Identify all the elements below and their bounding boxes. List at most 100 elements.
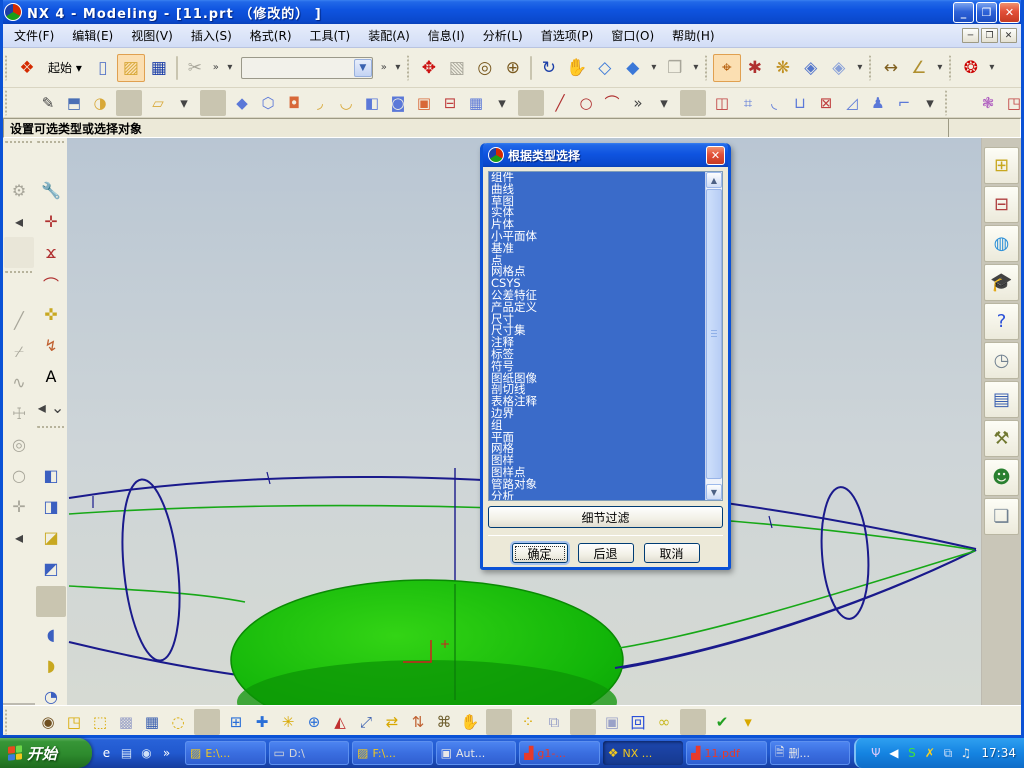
section-surface-icon[interactable]: ◪ xyxy=(36,522,66,553)
pattern-component-icon[interactable]: ✳ xyxy=(275,709,301,735)
orient-view-icon[interactable]: ⌖ xyxy=(712,53,741,82)
tray-download-icon[interactable]: ✗ xyxy=(922,746,937,760)
material-icon[interactable]: ◈ xyxy=(797,54,825,82)
type-list-item[interactable]: 边界 xyxy=(491,407,705,420)
scene-caret[interactable]: ▾ xyxy=(985,54,999,82)
snap-curve-icon[interactable]: ∿ xyxy=(4,367,34,398)
trim-body-icon[interactable]: ⊠ xyxy=(813,90,839,116)
tray-network-icon[interactable]: ⧉ xyxy=(940,746,955,761)
material-alt-icon[interactable]: ◈ xyxy=(825,54,853,82)
snap-point-icon[interactable]: ✱ xyxy=(741,54,769,82)
menu-item[interactable]: 格式(R) xyxy=(241,24,301,47)
show-hide-component-icon[interactable]: ▩ xyxy=(113,709,139,735)
replace-component-icon[interactable]: ⇄ xyxy=(379,709,405,735)
collapse-left-icon[interactable]: ◂ xyxy=(4,206,34,237)
snap-point-icon[interactable]: ✛ xyxy=(4,491,34,522)
menu-item[interactable]: 插入(S) xyxy=(182,24,241,47)
type-list-item[interactable]: 网格点 xyxy=(491,266,705,278)
menu-item[interactable]: 窗口(O) xyxy=(602,24,663,47)
menu-item[interactable]: 首选项(P) xyxy=(532,24,603,47)
type-list-item[interactable]: 网格 xyxy=(491,443,705,455)
collapse-more-icon[interactable]: ◂ ⌄ xyxy=(36,392,66,423)
type-list-item[interactable]: 组件 xyxy=(491,172,705,184)
mdi-restore-button[interactable]: ❐ xyxy=(981,28,998,43)
type-list-item[interactable]: 管路对象 xyxy=(491,478,705,491)
mdi-close-button[interactable]: ✕ xyxy=(1000,28,1017,43)
zoom-icon[interactable]: ◎ xyxy=(471,54,499,82)
through-curves-icon[interactable]: ◧ xyxy=(36,460,66,491)
swept-surface-icon[interactable]: ◨ xyxy=(36,491,66,522)
type-list-item[interactable]: 分析 xyxy=(491,490,705,500)
pad-icon[interactable]: ▣ xyxy=(411,90,437,116)
groove-icon[interactable]: ⊟ xyxy=(437,90,463,116)
list-scrollbar[interactable]: ▲ ▼ xyxy=(705,172,722,500)
nx-logo-icon[interactable]: ❖ xyxy=(13,54,41,82)
material-caret[interactable]: ▾ xyxy=(853,54,867,82)
boss-icon[interactable]: ◘ xyxy=(281,90,307,116)
measure-angle-icon[interactable]: ∠ xyxy=(905,54,933,82)
sequence-icon[interactable]: ⧉ xyxy=(541,709,567,735)
scroll-down-icon[interactable]: ▼ xyxy=(706,484,722,500)
toolbar-overflow-chevron[interactable]: » xyxy=(209,54,223,82)
history-icon[interactable]: ◷ xyxy=(984,342,1019,379)
view-caret[interactable]: ▾ xyxy=(689,54,703,82)
help-icon[interactable]: ? xyxy=(984,303,1019,340)
menu-item[interactable]: 视图(V) xyxy=(122,24,182,47)
type-list-item[interactable]: 实体 xyxy=(491,207,705,219)
toolbar-options-caret[interactable]: ▾ xyxy=(223,54,237,82)
mdi-minimize-button[interactable]: ─ xyxy=(962,28,979,43)
select-components-icon[interactable]: ⬚ xyxy=(87,709,113,735)
styled-sweep-icon[interactable]: ◖ xyxy=(36,619,66,650)
tube-icon[interactable]: ⊔ xyxy=(787,90,813,116)
substitute-icon[interactable]: ✋ xyxy=(457,709,483,735)
task-nx[interactable]: ❖ NX ... xyxy=(602,741,684,765)
mirror-assembly-icon[interactable]: ◭ xyxy=(327,709,353,735)
show-desktop-icon[interactable]: ▤ xyxy=(118,745,135,762)
measure-caret[interactable]: ▾ xyxy=(933,54,947,82)
bend-icon[interactable]: ◞ xyxy=(307,90,333,116)
type-list-item[interactable]: 小平面体 xyxy=(491,230,705,243)
cancel-button[interactable]: 取消 xyxy=(643,543,700,563)
wave-link-icon[interactable]: ⌘ xyxy=(431,709,457,735)
toolbar-options-caret[interactable]: ▾ xyxy=(391,54,405,82)
add-component-icon[interactable]: ⊞ xyxy=(223,709,249,735)
open-folder-icon[interactable]: ▨ xyxy=(116,53,145,82)
back-button[interactable]: 后退 xyxy=(577,543,634,563)
toolbar-overflow-chevron[interactable]: » xyxy=(377,54,391,82)
wireframe-view-icon[interactable]: ❒ xyxy=(661,54,689,82)
scrollbar-thumb[interactable] xyxy=(706,189,722,479)
line-icon[interactable]: ╱ xyxy=(547,90,573,116)
smart-point-icon[interactable]: ✜ xyxy=(36,299,66,330)
scene-colors-icon[interactable]: ❂ xyxy=(957,54,985,82)
new-file-icon[interactable]: ▯ xyxy=(89,54,117,82)
web-browser-icon[interactable]: ◍ xyxy=(984,225,1019,262)
part-navigator-icon[interactable]: ⊟ xyxy=(984,186,1019,223)
sphere-icon[interactable]: ⬡ xyxy=(255,90,281,116)
task-notepad[interactable]: 🗎 删... xyxy=(769,741,851,765)
open-component-icon[interactable]: ◳ xyxy=(61,709,87,735)
unavailable-icon[interactable]: ◌ xyxy=(165,709,191,735)
move-component-icon[interactable]: ⤢ xyxy=(353,709,379,735)
minimize-button[interactable]: _ xyxy=(953,1,974,23)
text-icon[interactable]: A xyxy=(36,361,66,392)
task-autocad[interactable]: ▣ Aut... xyxy=(435,741,517,765)
wave-mode-icon[interactable]: 回 xyxy=(625,709,651,735)
system-tools-icon[interactable]: ⚒ xyxy=(984,420,1019,457)
task-pdf-g1[interactable]: ▟ g1-... xyxy=(519,741,600,765)
ie-icon[interactable]: e xyxy=(98,745,115,762)
type-list-item[interactable]: 表格注释 xyxy=(491,395,705,408)
arc-icon[interactable]: ⌒ xyxy=(36,268,66,299)
collapse-left-icon[interactable]: ◂ xyxy=(4,522,34,553)
curve-overflow-chevron[interactable]: » xyxy=(625,90,651,116)
restore-button[interactable]: ❐ xyxy=(976,1,997,23)
curve-caret[interactable]: ▾ xyxy=(651,90,677,116)
pattern-icon[interactable]: ▦ xyxy=(463,90,489,116)
save-context-icon[interactable]: ▦ xyxy=(139,709,165,735)
fit-view-icon[interactable]: ✥ xyxy=(415,54,443,82)
revolve-icon[interactable]: ◑ xyxy=(87,90,113,116)
zoom-box-icon[interactable]: ▧ xyxy=(443,54,471,82)
collaboration-icon[interactable]: ☻ xyxy=(984,459,1019,496)
sweep-along-guide-icon[interactable]: ⌐ xyxy=(891,90,917,116)
new-window-icon[interactable]: ❏ xyxy=(984,498,1019,535)
type-list-item[interactable]: 草图 xyxy=(491,195,705,208)
